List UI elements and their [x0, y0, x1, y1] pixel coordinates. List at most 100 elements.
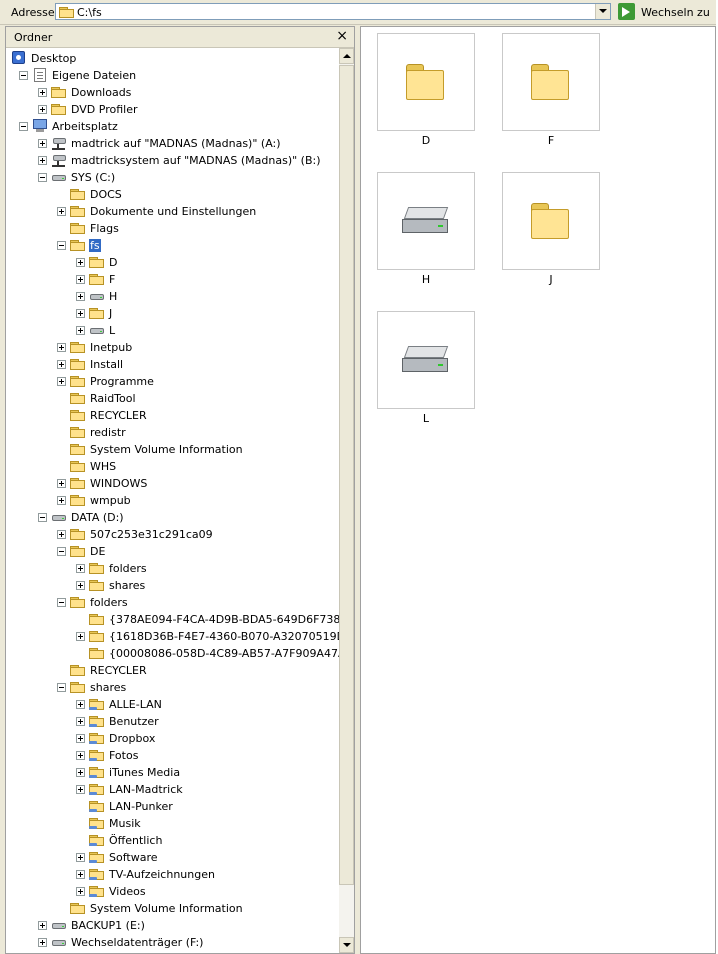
tree-item-label: L: [109, 324, 116, 337]
tree-item-label: fs: [89, 239, 101, 252]
shared-folder-icon: [89, 782, 105, 796]
folder-pane: Ordner × Desktop Eigene Dateien Downloads D…: [5, 26, 355, 954]
tree-scrollbar[interactable]: [339, 48, 354, 953]
scroll-down-button[interactable]: [339, 937, 354, 953]
drive-icon: [89, 289, 105, 303]
tree-item-label: {00008086-058D-4C89-AB57-A7F909A47AB4}: [109, 647, 339, 660]
expand-icon[interactable]: [76, 309, 85, 318]
content-item[interactable]: L: [377, 311, 475, 429]
tree-item-label: WHS: [90, 460, 117, 473]
network-drive-icon: [51, 136, 67, 150]
tree-item-label: System Volume Information: [90, 902, 243, 915]
drive-icon: [51, 510, 67, 524]
expand-icon[interactable]: [76, 734, 85, 743]
tree-item-label: SYS (C:): [71, 171, 116, 184]
expand-icon[interactable]: [38, 156, 47, 165]
scroll-up-button[interactable]: [339, 48, 354, 64]
folder-icon: [70, 221, 86, 235]
item-thumbnail: [377, 33, 475, 131]
expand-icon[interactable]: [76, 275, 85, 284]
expand-icon[interactable]: [76, 564, 85, 573]
expand-icon[interactable]: [76, 717, 85, 726]
folder-icon: [70, 680, 86, 694]
shared-folder-icon: [89, 748, 105, 762]
address-input[interactable]: C:\fs: [55, 3, 611, 20]
folder-icon: [89, 306, 105, 320]
expand-icon[interactable]: [38, 139, 47, 148]
content-item[interactable]: J: [502, 172, 600, 290]
item-thumbnail: [377, 311, 475, 409]
expand-icon[interactable]: [57, 377, 66, 386]
content-item[interactable]: F: [502, 33, 600, 151]
expand-icon[interactable]: [38, 921, 47, 930]
shared-folder-icon: [89, 731, 105, 745]
collapse-icon[interactable]: [57, 241, 66, 250]
expand-icon[interactable]: [57, 496, 66, 505]
content-pane: D F H J L: [360, 26, 716, 954]
expand-icon[interactable]: [38, 938, 47, 947]
folder-icon: [89, 578, 105, 592]
tree-item-label: WINDOWS: [90, 477, 148, 490]
expand-icon[interactable]: [76, 785, 85, 794]
expand-icon[interactable]: [76, 258, 85, 267]
collapse-icon[interactable]: [57, 547, 66, 556]
folder-pane-title: Ordner: [14, 31, 53, 44]
shared-folder-icon: [89, 850, 105, 864]
drive-icon: [402, 346, 450, 374]
tree-item-label: DOCS: [90, 188, 122, 201]
tree-item-label: Eigene Dateien: [52, 69, 137, 82]
item-label: D: [421, 134, 431, 147]
expand-icon[interactable]: [38, 105, 47, 114]
go-arrow-icon: [618, 3, 635, 20]
folder-icon: [70, 595, 86, 609]
collapse-icon[interactable]: [19, 71, 28, 80]
expand-icon[interactable]: [57, 479, 66, 488]
folder-tree: Desktop Eigene Dateien Downloads DVD Profil…: [6, 48, 339, 953]
go-button[interactable]: Wechseln zu: [615, 2, 714, 22]
tree-item-label: Programme: [90, 375, 154, 388]
close-icon[interactable]: ×: [336, 28, 348, 44]
folder-icon: [70, 493, 86, 507]
folder-icon: [70, 459, 86, 473]
expand-icon[interactable]: [57, 207, 66, 216]
shared-folder-icon: [89, 714, 105, 728]
drive-icon: [51, 918, 67, 932]
expand-icon[interactable]: [76, 581, 85, 590]
expand-icon[interactable]: [76, 326, 85, 335]
expand-icon[interactable]: [76, 292, 85, 301]
tree-item-label: Install: [90, 358, 124, 371]
collapse-icon[interactable]: [38, 173, 47, 182]
address-dropdown-button[interactable]: [595, 4, 610, 19]
address-label: Adresse: [11, 6, 55, 19]
expand-icon[interactable]: [38, 88, 47, 97]
collapse-icon[interactable]: [38, 513, 47, 522]
expand-icon[interactable]: [76, 870, 85, 879]
item-label: H: [421, 273, 431, 286]
scroll-thumb[interactable]: [339, 65, 354, 885]
expand-icon[interactable]: [57, 530, 66, 539]
tree-item-label: Dropbox: [109, 732, 156, 745]
tree-item-label: F: [109, 273, 116, 286]
go-button-label: Wechseln zu: [641, 6, 710, 19]
expand-icon[interactable]: [76, 700, 85, 709]
expand-icon[interactable]: [76, 887, 85, 896]
tree-item-label: DATA (D:): [71, 511, 124, 524]
expand-icon[interactable]: [76, 768, 85, 777]
expand-icon[interactable]: [76, 751, 85, 760]
shared-folder-icon: [89, 867, 105, 881]
collapse-icon[interactable]: [57, 683, 66, 692]
tree-item-label: Arbeitsplatz: [52, 120, 118, 133]
folder-icon: [531, 64, 569, 100]
content-item[interactable]: D: [377, 33, 475, 151]
shared-folder-icon: [89, 833, 105, 847]
collapse-icon[interactable]: [57, 598, 66, 607]
expand-icon[interactable]: [57, 343, 66, 352]
collapse-icon[interactable]: [19, 122, 28, 131]
tree-item-label: iTunes Media: [109, 766, 181, 779]
drive-icon: [51, 170, 67, 184]
expand-icon[interactable]: [57, 360, 66, 369]
expand-icon[interactable]: [76, 632, 85, 641]
item-thumbnail: [502, 172, 600, 270]
content-item[interactable]: H: [377, 172, 475, 290]
expand-icon[interactable]: [76, 853, 85, 862]
